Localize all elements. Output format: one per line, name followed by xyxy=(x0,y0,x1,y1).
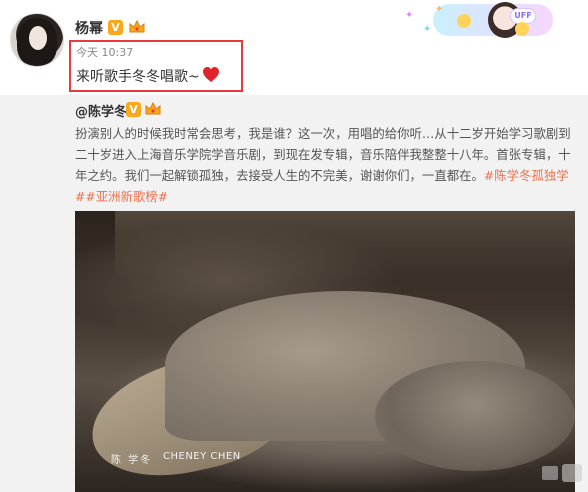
crown-icon xyxy=(145,101,161,115)
vip-icon: V xyxy=(126,102,141,117)
vip-icon: V xyxy=(108,20,123,35)
crown-icon xyxy=(129,19,145,33)
banner-decoration: ✦ ✦ ✦ UFF xyxy=(395,0,588,42)
username[interactable]: 杨幂 xyxy=(75,18,103,38)
video-background-blur xyxy=(115,211,575,281)
repost-card: @陈学冬 V 扮演别人的时候我时常会思考，我是谁？这一次，用唱的给你听…从十二岁… xyxy=(0,95,588,492)
sparkle-icon: ✦ xyxy=(423,24,432,35)
sparkle-icon: ✦ xyxy=(405,10,414,21)
watermark-icon xyxy=(542,464,582,482)
mascot-icon xyxy=(457,14,471,28)
video-player[interactable]: 陈 学冬 CHENEY CHEN xyxy=(75,211,575,492)
repost-author[interactable]: @陈学冬 xyxy=(75,101,127,120)
hashtag-link[interactable]: #亚洲新歌榜# xyxy=(85,189,168,204)
post-timestamp[interactable]: 今天 10:37 xyxy=(76,44,133,60)
avatar[interactable] xyxy=(10,13,64,67)
post-text: 来听歌手冬冬唱歌~ xyxy=(76,69,200,85)
sparkle-icon: ✦ xyxy=(435,4,444,15)
avatar-face xyxy=(29,26,47,50)
video-caption-cn: 陈 学冬 xyxy=(111,455,153,466)
video-caption-en: CHENEY CHEN xyxy=(163,451,241,462)
post-header: 杨幂 V ✦ ✦ ✦ UFF 今天 10:37 来听歌手冬冬唱歌~ xyxy=(0,0,588,95)
mascot-icon xyxy=(515,22,529,36)
repost-body: 扮演别人的时候我时常会思考，我是谁？这一次，用唱的给你听…从十二岁开始学习歌剧到… xyxy=(75,123,575,207)
video-sand-mound xyxy=(375,361,575,471)
heart-icon xyxy=(203,67,219,82)
